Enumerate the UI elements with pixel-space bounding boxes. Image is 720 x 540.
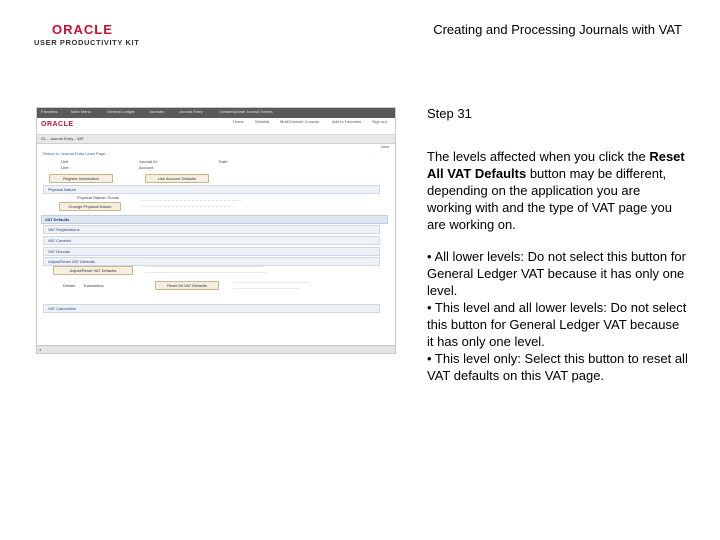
adjust-reset-label: Adjust/Reset VAT Defaults (48, 259, 95, 264)
physical-nature-section[interactable]: Physical Nature (43, 185, 380, 194)
unit-label: Unit (61, 159, 69, 164)
account-label: Account (139, 165, 154, 170)
change-physical-nature-button[interactable]: Change Physical Nature (59, 202, 121, 211)
logo-brand: ORACLE (52, 22, 113, 37)
brand-bar: ORACLE Home Worklist MultiChannel Consol… (37, 118, 395, 135)
vat-defaults-title: VAT Defaults (45, 217, 70, 222)
oracle-upk-logo: ORACLE USER PRODUCTIVITY KIT (34, 22, 154, 50)
level-bullets: • All lower levels: Do not select this b… (427, 248, 689, 384)
bullet-this-level-only: • This level only: Select this button to… (427, 351, 688, 383)
menu-item-journal-entry[interactable]: Journal Entry (179, 109, 203, 114)
reset-all-help: ········································… (233, 280, 309, 285)
breadcrumb: GL - Journal Entry - VAT (37, 135, 395, 144)
step-number: Step 31 (427, 106, 472, 121)
document-title: Creating and Processing Journals with VA… (433, 22, 682, 37)
status-bar: ◂ (37, 345, 395, 353)
app-brand: ORACLE (41, 121, 74, 128)
menu-item-journals[interactable]: Journals (149, 109, 164, 114)
return-link[interactable]: Return to Journal Entry Lines Page (43, 151, 105, 156)
vat-calculation-section[interactable]: VAT Calculation (43, 304, 380, 313)
nav-add-favorites[interactable]: Add to Favorites (332, 119, 361, 124)
vat-rounds-section[interactable]: VAT Rounds (43, 247, 380, 256)
register-information-button[interactable]: Register Information (49, 174, 113, 183)
breadcrumb-text: GL - Journal Entry - VAT (41, 136, 85, 141)
date-label: Date (219, 159, 228, 164)
vat-controls-label: VAT Controls (48, 238, 72, 243)
bullet-all-lower-levels: • All lower levels: Do not select this b… (427, 249, 686, 298)
nav-home[interactable]: Home (233, 119, 244, 124)
adjust-reset-vat-defaults-button[interactable]: Adjust/Reset VAT Defaults (53, 266, 133, 275)
step-description: The levels affected when you click the R… (427, 148, 687, 233)
physical-nature-help-2: ········································… (141, 204, 233, 209)
menu-item-general-ledger[interactable]: General Ledger (107, 109, 135, 114)
transaction-label: Transaction (83, 283, 104, 288)
scroll-left-icon[interactable]: ◂ (39, 347, 41, 352)
physical-nature-header: Physical Nature (48, 187, 77, 192)
adjust-reset-help: ········································… (145, 264, 264, 269)
logo-product: USER PRODUCTIVITY KIT (34, 38, 140, 47)
reset-all-help-2: ········································… (233, 286, 301, 291)
bullet-this-and-lower-levels: • This level and all lower levels: Do no… (427, 300, 687, 349)
reset-all-vat-defaults-button[interactable]: Reset All VAT Defaults (155, 281, 219, 290)
nav-worklist[interactable]: Worklist (255, 119, 269, 124)
physical-nature-value: Physical Nature: Goods (77, 195, 120, 200)
adjust-reset-help-2: ········································… (145, 270, 267, 275)
physical-nature-help: ········································… (141, 198, 241, 203)
description-intro: The levels affected when you click the (427, 149, 650, 164)
details-label: Details (63, 283, 76, 288)
vat-registrations-section[interactable]: VAT Registrations (43, 225, 380, 234)
vat-rounds-label: VAT Rounds (48, 249, 71, 254)
vat-controls-section[interactable]: VAT Controls (43, 236, 380, 245)
menu-bar: Favorites Main Menu General Ledger Journ… (37, 108, 395, 118)
use-account-defaults-button[interactable]: Use Account Defaults (145, 174, 209, 183)
new-window-link[interactable]: New (381, 144, 389, 149)
nav-multichannel[interactable]: MultiChannel Console (280, 119, 319, 124)
vat-defaults-header: VAT Defaults (41, 215, 388, 224)
menu-item-favorites[interactable]: Favorites (41, 109, 57, 114)
vat-calculation-label: VAT Calculation (48, 306, 77, 311)
journal-id-label: Journal ID (139, 159, 158, 164)
vat-registrations-label: VAT Registrations (48, 227, 80, 232)
nav-sign-out[interactable]: Sign out (372, 119, 387, 124)
menu-item-main-menu[interactable]: Main Menu (71, 109, 91, 114)
application-screenshot: Favorites Main Menu General Ledger Journ… (36, 107, 396, 354)
line-label: Line (61, 165, 69, 170)
menu-item-create-update[interactable]: Create/Update Journal Entries (219, 109, 273, 114)
